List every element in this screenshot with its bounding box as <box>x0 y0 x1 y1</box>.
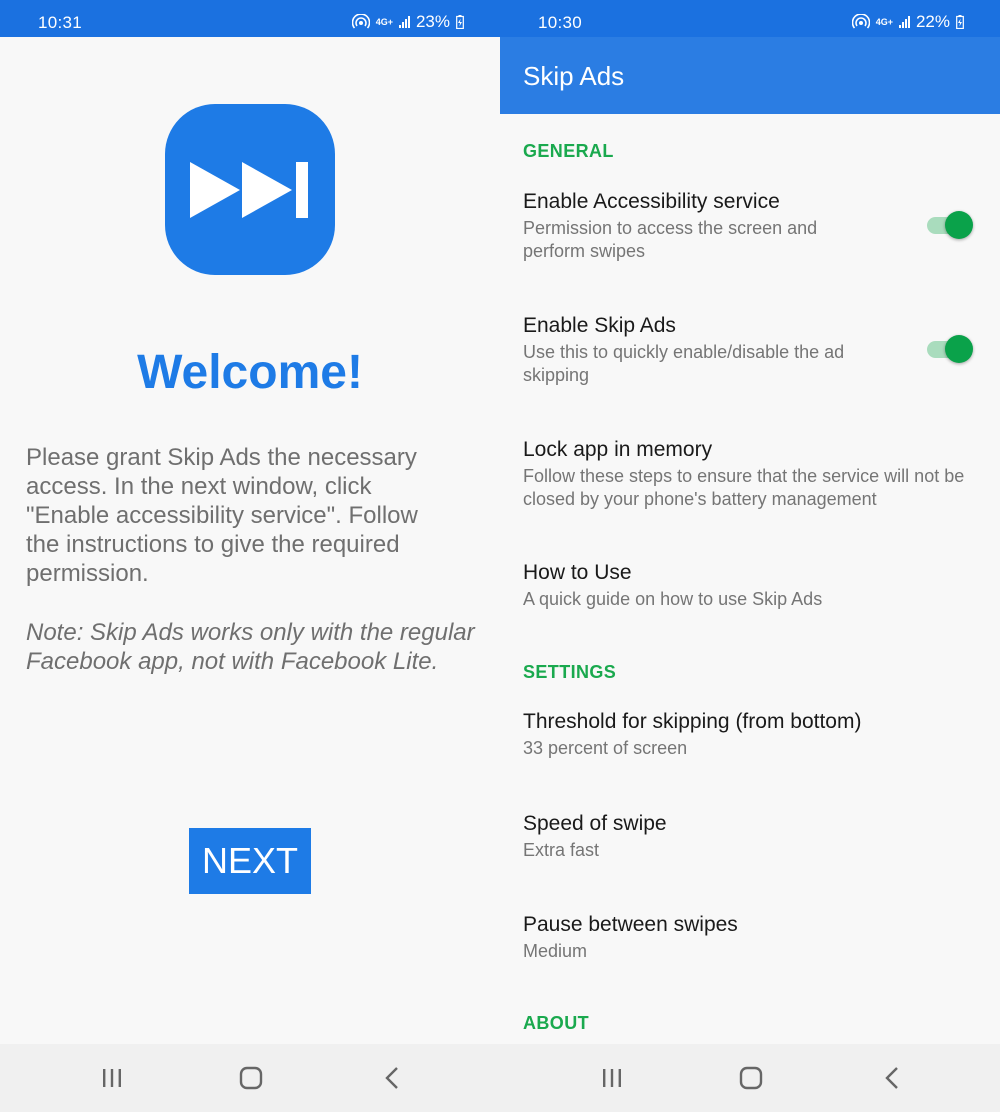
pref-title: How to Use <box>523 561 632 584</box>
recent-apps-button[interactable] <box>592 1062 632 1094</box>
network-type: 4G+ <box>875 16 893 27</box>
recent-apps-icon <box>603 1069 621 1087</box>
recent-apps-icon <box>103 1069 121 1087</box>
battery-level: 22% <box>915 12 950 31</box>
welcome-screen: 10:31 4G+ 23% Welcome! Please grant Skip… <box>0 0 500 1112</box>
section-about: ABOUT <box>523 1013 589 1033</box>
pref-summary: A quick guide on how to use Skip Ads <box>523 589 823 609</box>
app-title: Skip Ads <box>523 61 625 91</box>
battery-level: 23% <box>415 12 450 31</box>
section-general: GENERAL <box>523 141 614 161</box>
pref-summary: Use this to quickly enable/disable the a… <box>523 342 845 385</box>
skip-forward-icon <box>190 161 308 218</box>
section-settings: SETTINGS <box>523 662 617 682</box>
pref-title: Lock app in memory <box>523 438 713 461</box>
pref-title: Enable Accessibility service <box>523 190 780 213</box>
status-bar: 10:30 4G+ 22% <box>500 0 1000 37</box>
pref-summary: Medium <box>523 941 588 961</box>
pref-title: Speed of swipe <box>523 812 667 835</box>
back-icon <box>385 1067 398 1089</box>
navigation-bar <box>500 1044 1000 1112</box>
navigation-bar <box>0 1044 500 1112</box>
pref-title: Pause between swipes <box>523 913 738 936</box>
back-button[interactable] <box>872 1062 912 1094</box>
welcome-title: Welcome! <box>137 346 363 399</box>
pref-enable-skip-ads[interactable]: Enable Skip Ads Use this to quickly enab… <box>523 313 983 387</box>
pref-how-to-use[interactable]: How to Use A quick guide on how to use S… <box>523 560 983 611</box>
switch-thumb <box>945 211 973 239</box>
pref-enable-accessibility[interactable]: Enable Accessibility service Permission … <box>523 189 983 263</box>
settings-screen: 10:30 4G+ 22% Skip Ads GENERAL Enable Ac… <box>500 0 1000 1112</box>
battery-charging-icon <box>956 15 964 29</box>
signal-icon <box>898 16 910 28</box>
home-icon <box>739 1066 763 1090</box>
pref-summary: Permission to access the screen and perf… <box>523 218 818 261</box>
pref-summary: Follow these steps to ensure that the se… <box>523 466 965 509</box>
back-icon <box>885 1067 898 1089</box>
pref-title: Enable Skip Ads <box>523 314 676 337</box>
app-logo <box>165 104 335 275</box>
pref-pause-between-swipes[interactable]: Pause between swipes Medium <box>523 912 983 963</box>
compatibility-note: Note: Skip Ads works only with the regul… <box>26 619 475 675</box>
pref-title: Threshold for skipping (from bottom) <box>523 710 862 733</box>
home-button[interactable] <box>231 1062 271 1094</box>
app-bar: Skip Ads <box>500 37 1000 114</box>
pref-threshold[interactable]: Threshold for skipping (from bottom) 33 … <box>523 709 983 760</box>
status-bar: 10:31 4G+ 23% <box>0 0 500 37</box>
status-time: 10:30 <box>538 13 583 32</box>
switch-thumb <box>945 335 973 363</box>
hotspot-icon <box>851 14 870 30</box>
pref-summary: 33 percent of screen <box>523 738 688 758</box>
network-type: 4G+ <box>375 16 393 27</box>
grant-instructions: Please grant Skip Ads the necessary acce… <box>26 444 418 587</box>
home-button[interactable] <box>731 1062 771 1094</box>
back-button[interactable] <box>372 1062 412 1094</box>
battery-charging-icon <box>456 15 464 29</box>
recent-apps-button[interactable] <box>92 1062 132 1094</box>
pref-lock-memory[interactable]: Lock app in memory Follow these steps to… <box>523 437 983 511</box>
accessibility-switch[interactable] <box>927 210 973 240</box>
skip-ads-switch[interactable] <box>927 334 973 364</box>
hotspot-icon <box>351 14 370 30</box>
pref-swipe-speed[interactable]: Speed of swipe Extra fast <box>523 811 983 862</box>
status-time: 10:31 <box>38 13 83 32</box>
next-button[interactable]: NEXT <box>189 828 311 894</box>
signal-icon <box>398 16 410 28</box>
home-icon <box>239 1066 263 1090</box>
pref-summary: Extra fast <box>523 840 600 860</box>
